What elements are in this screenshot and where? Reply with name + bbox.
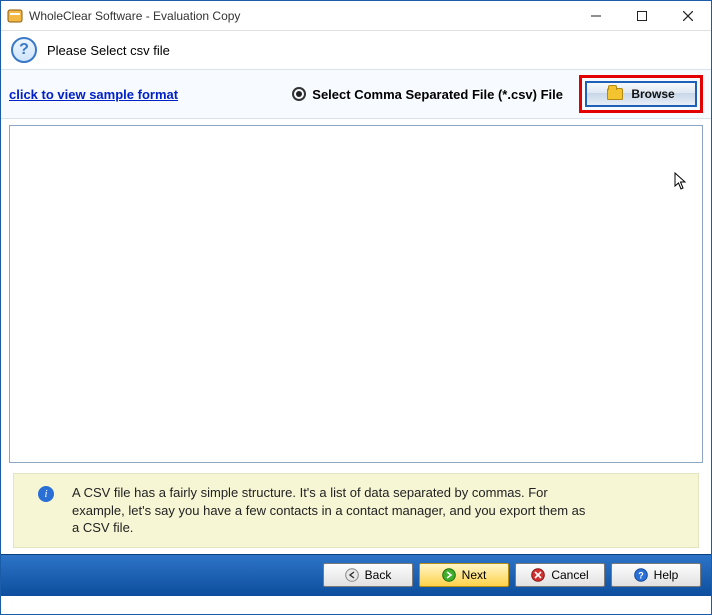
window-title: WholeClear Software - Evaluation Copy [29, 9, 573, 23]
browse-highlight: Browse [579, 75, 703, 113]
cancel-label: Cancel [551, 568, 588, 582]
app-icon [7, 8, 23, 24]
page-subtitle: Please Select csv file [47, 43, 170, 58]
titlebar: WholeClear Software - Evaluation Copy [1, 1, 711, 31]
next-arrow-icon [442, 568, 456, 582]
radio-icon [292, 87, 306, 101]
close-button[interactable] [665, 1, 711, 31]
minimize-button[interactable] [573, 1, 619, 31]
footer-bar: Back Next Cancel ? Help [1, 554, 711, 596]
info-panel: i A CSV file has a fairly simple structu… [13, 473, 699, 548]
help-button[interactable]: ? Help [611, 563, 701, 587]
info-text: A CSV file has a fairly simple structure… [72, 484, 592, 537]
info-icon: i [38, 486, 54, 502]
file-preview-area [9, 125, 703, 463]
back-button[interactable]: Back [323, 563, 413, 587]
subtitle-row: ? Please Select csv file [1, 31, 711, 69]
mouse-cursor-icon [674, 172, 688, 195]
radio-label: Select Comma Separated File (*.csv) File [312, 87, 563, 102]
cancel-icon [531, 568, 545, 582]
next-label: Next [462, 568, 487, 582]
help-footer-icon: ? [634, 568, 648, 582]
file-type-radio[interactable]: Select Comma Separated File (*.csv) File [292, 87, 563, 102]
back-label: Back [365, 568, 392, 582]
help-label: Help [654, 568, 679, 582]
next-button[interactable]: Next [419, 563, 509, 587]
help-icon: ? [11, 37, 37, 63]
sample-format-link[interactable]: click to view sample format [9, 87, 178, 102]
folder-icon [607, 88, 623, 100]
svg-text:?: ? [638, 571, 644, 581]
browse-button[interactable]: Browse [585, 81, 697, 107]
back-arrow-icon [345, 568, 359, 582]
maximize-button[interactable] [619, 1, 665, 31]
browse-label: Browse [631, 87, 674, 101]
cancel-button[interactable]: Cancel [515, 563, 605, 587]
controls-row: click to view sample format Select Comma… [1, 69, 711, 119]
